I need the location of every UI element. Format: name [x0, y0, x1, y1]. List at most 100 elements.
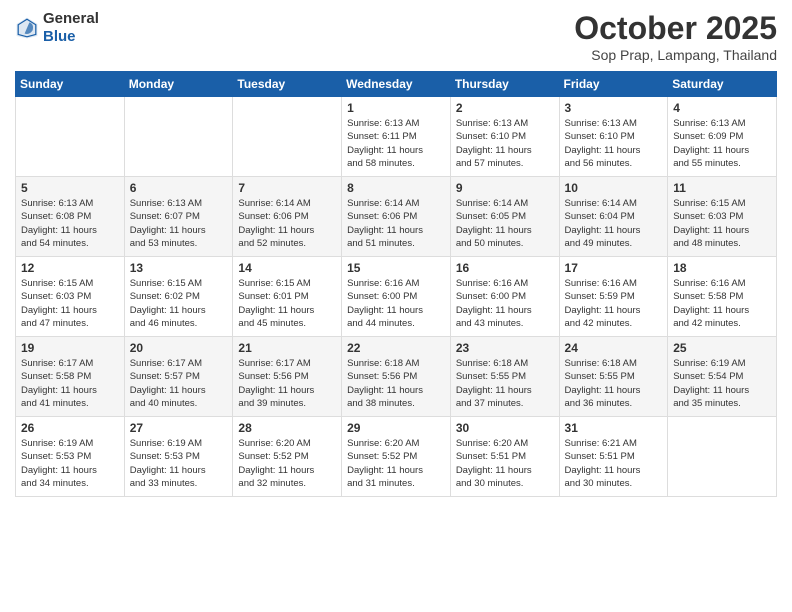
day-cell-3: 3 Sunrise: 6:13 AM Sunset: 6:10 PM Daylig… — [559, 97, 668, 177]
day-number: 23 — [456, 341, 554, 355]
day-cell-31: 31 Sunrise: 6:21 AM Sunset: 5:51 PM Dayli… — [559, 417, 668, 497]
day-number: 8 — [347, 181, 445, 195]
day-info: Sunrise: 6:20 AM Sunset: 5:51 PM Dayligh… — [456, 437, 554, 490]
logo-blue: Blue — [43, 28, 76, 45]
day-cell-8: 8 Sunrise: 6:14 AM Sunset: 6:06 PM Daylig… — [342, 177, 451, 257]
day-cell-18: 18 Sunrise: 6:16 AM Sunset: 5:58 PM Dayli… — [668, 257, 777, 337]
day-info: Sunrise: 6:17 AM Sunset: 5:58 PM Dayligh… — [21, 357, 119, 410]
day-info: Sunrise: 6:15 AM Sunset: 6:01 PM Dayligh… — [238, 277, 336, 330]
empty-cell — [668, 417, 777, 497]
day-cell-29: 29Sunrise: 6:20 AM Sunset: 5:52 PM Dayli… — [342, 417, 451, 497]
week-row-2: 5 Sunrise: 6:13 AM Sunset: 6:08 PM Daylig… — [16, 177, 777, 257]
day-info: Sunrise: 6:14 AM Sunset: 6:06 PM Dayligh… — [347, 197, 445, 250]
day-cell-7: 7 Sunrise: 6:14 AM Sunset: 6:06 PM Daylig… — [233, 177, 342, 257]
day-cell-20: 20 Sunrise: 6:17 AM Sunset: 5:57 PM Dayli… — [124, 337, 233, 417]
day-cell-22: 22 Sunrise: 6:18 AM Sunset: 5:56 PM Dayli… — [342, 337, 451, 417]
weekday-header-friday: Friday — [559, 72, 668, 97]
week-row-5: 26 Sunrise: 6:19 AM Sunset: 5:53 PM Dayli… — [16, 417, 777, 497]
day-info: Sunrise: 6:16 AM Sunset: 5:58 PM Dayligh… — [673, 277, 771, 330]
day-cell-5: 5 Sunrise: 6:13 AM Sunset: 6:08 PM Daylig… — [16, 177, 125, 257]
day-number: 24 — [565, 341, 663, 355]
day-cell-30: 30 Sunrise: 6:20 AM Sunset: 5:51 PM Dayli… — [450, 417, 559, 497]
location: Sop Prap, Lampang, Thailand — [574, 47, 777, 63]
day-cell-6: 6Sunrise: 6:13 AM Sunset: 6:07 PM Daylig… — [124, 177, 233, 257]
empty-cell — [233, 97, 342, 177]
day-number: 2 — [456, 101, 554, 115]
day-info: Sunrise: 6:18 AM Sunset: 5:55 PM Dayligh… — [456, 357, 554, 410]
day-info: Sunrise: 6:13 AM Sunset: 6:10 PM Dayligh… — [565, 117, 663, 170]
day-info: Sunrise: 6:17 AM Sunset: 5:56 PM Dayligh… — [238, 357, 336, 410]
day-info: Sunrise: 6:14 AM Sunset: 6:06 PM Dayligh… — [238, 197, 336, 250]
day-cell-4: 4 Sunrise: 6:13 AM Sunset: 6:09 PM Daylig… — [668, 97, 777, 177]
day-cell-26: 26 Sunrise: 6:19 AM Sunset: 5:53 PM Dayli… — [16, 417, 125, 497]
day-info: Sunrise: 6:19 AM Sunset: 5:53 PM Dayligh… — [21, 437, 119, 490]
page-header: General Blue October 2025 Sop Prap, Lamp… — [15, 10, 777, 63]
day-number: 15 — [347, 261, 445, 275]
weekday-header-sunday: Sunday — [16, 72, 125, 97]
day-cell-9: 9 Sunrise: 6:14 AM Sunset: 6:05 PM Daylig… — [450, 177, 559, 257]
day-cell-27: 27 Sunrise: 6:19 AM Sunset: 5:53 PM Dayli… — [124, 417, 233, 497]
empty-cell — [124, 97, 233, 177]
day-info: Sunrise: 6:20 AM Sunset: 5:52 PM Dayligh… — [238, 437, 336, 490]
day-number: 21 — [238, 341, 336, 355]
day-info: Sunrise: 6:16 AM Sunset: 6:00 PM Dayligh… — [347, 277, 445, 330]
day-info: Sunrise: 6:13 AM Sunset: 6:08 PM Dayligh… — [21, 197, 119, 250]
day-info: Sunrise: 6:21 AM Sunset: 5:51 PM Dayligh… — [565, 437, 663, 490]
day-info: Sunrise: 6:17 AM Sunset: 5:57 PM Dayligh… — [130, 357, 228, 410]
day-info: Sunrise: 6:19 AM Sunset: 5:53 PM Dayligh… — [130, 437, 228, 490]
calendar-table: SundayMondayTuesdayWednesdayThursdayFrid… — [15, 71, 777, 497]
day-number: 26 — [21, 421, 119, 435]
day-cell-17: 17Sunrise: 6:16 AM Sunset: 5:59 PM Dayli… — [559, 257, 668, 337]
day-number: 22 — [347, 341, 445, 355]
day-number: 12 — [21, 261, 119, 275]
day-cell-16: 16Sunrise: 6:16 AM Sunset: 6:00 PM Dayli… — [450, 257, 559, 337]
day-number: 4 — [673, 101, 771, 115]
day-number: 5 — [21, 181, 119, 195]
week-row-1: 1 Sunrise: 6:13 AM Sunset: 6:11 PM Daylig… — [16, 97, 777, 177]
day-number: 7 — [238, 181, 336, 195]
day-cell-10: 10Sunrise: 6:14 AM Sunset: 6:04 PM Dayli… — [559, 177, 668, 257]
day-number: 1 — [347, 101, 445, 115]
weekday-header-wednesday: Wednesday — [342, 72, 451, 97]
day-number: 30 — [456, 421, 554, 435]
day-number: 17 — [565, 261, 663, 275]
day-number: 9 — [456, 181, 554, 195]
day-cell-23: 23 Sunrise: 6:18 AM Sunset: 5:55 PM Dayli… — [450, 337, 559, 417]
weekday-header-row: SundayMondayTuesdayWednesdayThursdayFrid… — [16, 72, 777, 97]
day-number: 25 — [673, 341, 771, 355]
day-info: Sunrise: 6:18 AM Sunset: 5:56 PM Dayligh… — [347, 357, 445, 410]
day-number: 6 — [130, 181, 228, 195]
day-cell-19: 19Sunrise: 6:17 AM Sunset: 5:58 PM Dayli… — [16, 337, 125, 417]
weekday-header-tuesday: Tuesday — [233, 72, 342, 97]
day-number: 28 — [238, 421, 336, 435]
day-number: 31 — [565, 421, 663, 435]
day-number: 16 — [456, 261, 554, 275]
logo: General Blue — [15, 10, 99, 46]
day-number: 11 — [673, 181, 771, 195]
day-cell-2: 2 Sunrise: 6:13 AM Sunset: 6:10 PM Daylig… — [450, 97, 559, 177]
day-info: Sunrise: 6:18 AM Sunset: 5:55 PM Dayligh… — [565, 357, 663, 410]
day-number: 20 — [130, 341, 228, 355]
day-info: Sunrise: 6:19 AM Sunset: 5:54 PM Dayligh… — [673, 357, 771, 410]
logo-general: General — [43, 10, 99, 27]
day-info: Sunrise: 6:14 AM Sunset: 6:05 PM Dayligh… — [456, 197, 554, 250]
day-info: Sunrise: 6:13 AM Sunset: 6:11 PM Dayligh… — [347, 117, 445, 170]
title-block: October 2025 Sop Prap, Lampang, Thailand — [574, 10, 777, 63]
day-info: Sunrise: 6:13 AM Sunset: 6:09 PM Dayligh… — [673, 117, 771, 170]
month-title: October 2025 — [574, 10, 777, 47]
day-cell-14: 14Sunrise: 6:15 AM Sunset: 6:01 PM Dayli… — [233, 257, 342, 337]
day-number: 18 — [673, 261, 771, 275]
day-cell-25: 25 Sunrise: 6:19 AM Sunset: 5:54 PM Dayli… — [668, 337, 777, 417]
logo-text: General Blue — [43, 10, 99, 46]
weekday-header-saturday: Saturday — [668, 72, 777, 97]
day-cell-1: 1 Sunrise: 6:13 AM Sunset: 6:11 PM Daylig… — [342, 97, 451, 177]
weekday-header-thursday: Thursday — [450, 72, 559, 97]
day-number: 27 — [130, 421, 228, 435]
day-cell-15: 15 Sunrise: 6:16 AM Sunset: 6:00 PM Dayli… — [342, 257, 451, 337]
day-number: 3 — [565, 101, 663, 115]
week-row-3: 12Sunrise: 6:15 AM Sunset: 6:03 PM Dayli… — [16, 257, 777, 337]
day-info: Sunrise: 6:13 AM Sunset: 6:10 PM Dayligh… — [456, 117, 554, 170]
day-cell-11: 11 Sunrise: 6:15 AM Sunset: 6:03 PM Dayli… — [668, 177, 777, 257]
generalblue-icon — [15, 16, 39, 40]
day-info: Sunrise: 6:15 AM Sunset: 6:03 PM Dayligh… — [673, 197, 771, 250]
